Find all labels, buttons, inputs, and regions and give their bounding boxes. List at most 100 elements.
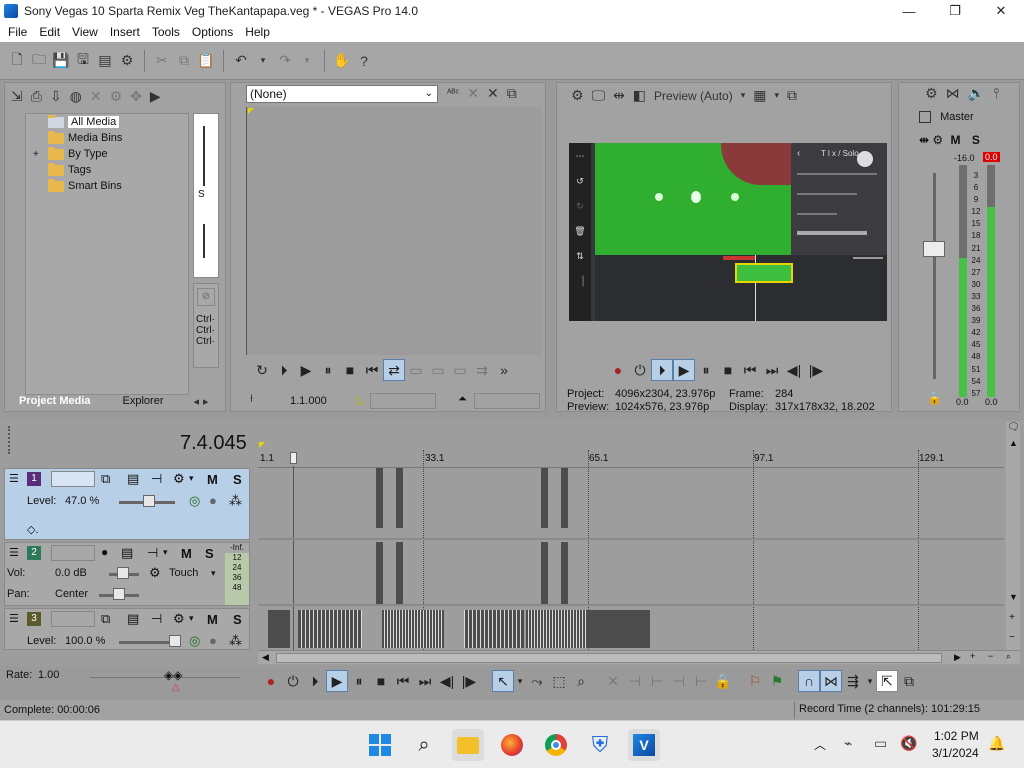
video-event[interactable]: [588, 610, 650, 648]
preview-mode-label[interactable]: Preview (Auto): [654, 89, 733, 103]
master-mute-button[interactable]: M: [951, 133, 961, 147]
prev-frame-icon[interactable]: ◀|: [436, 670, 458, 692]
master-fx-icon[interactable]: ⚙: [925, 85, 938, 102]
media-fx-icon[interactable]: ⚙: [110, 88, 123, 105]
hand-tool-icon[interactable]: ✋: [333, 52, 351, 70]
play-icon[interactable]: ▶: [295, 359, 317, 381]
trim-option-icon[interactable]: ▭: [427, 359, 449, 381]
ripple-edit-icon[interactable]: ⇶: [842, 670, 864, 692]
horizontal-scrollbar[interactable]: ◀ ▶ + − ⌕: [258, 650, 1020, 664]
menu-help[interactable]: Help: [245, 25, 270, 39]
master-solo-button[interactable]: S: [972, 133, 980, 147]
video-event[interactable]: [382, 610, 444, 648]
scroll-down-icon[interactable]: ▼: [1009, 592, 1018, 602]
track-motion-icon[interactable]: ⧉: [101, 471, 110, 487]
maximize-button[interactable]: ❐: [932, 0, 978, 22]
track-composite-icon[interactable]: ▤: [127, 471, 139, 487]
network-icon[interactable]: ⌁: [844, 735, 852, 752]
minimize-button[interactable]: —: [886, 0, 932, 22]
vegas-taskbar-icon[interactable]: V: [628, 729, 660, 761]
track-audio-icon[interactable]: ▤: [121, 545, 133, 561]
master-fx-gear-icon[interactable]: ⚙: [932, 133, 943, 147]
track-vol-knob[interactable]: [117, 567, 129, 579]
trim-option-icon[interactable]: ▭: [405, 359, 427, 381]
tab-project-media[interactable]: Project Media: [15, 395, 101, 408]
track-expand-icon[interactable]: ⊣: [147, 545, 158, 561]
marker-icon[interactable]: ⚐: [744, 670, 766, 692]
track-fx-icon[interactable]: ⚙: [173, 611, 185, 627]
lock-envelopes-icon[interactable]: ⇱: [876, 670, 898, 692]
envelope-gear-icon[interactable]: ⚙: [149, 565, 161, 581]
stop-icon[interactable]: ■: [339, 359, 361, 381]
expand-icon[interactable]: +: [33, 149, 39, 160]
tree-item-all-media[interactable]: All Media: [26, 114, 188, 130]
compositor-icon[interactable]: ⁂: [229, 493, 242, 509]
media-scroll-strip[interactable]: S: [193, 113, 219, 278]
save-icon[interactable]: 💾: [52, 52, 70, 70]
video-event[interactable]: [561, 468, 568, 528]
loop-icon[interactable]: ⏻: [282, 670, 304, 692]
menu-edit[interactable]: Edit: [39, 25, 60, 39]
trim-option-icon[interactable]: ▭: [449, 359, 471, 381]
record-icon[interactable]: ●: [260, 670, 282, 692]
stop-icon[interactable]: ■: [717, 359, 739, 381]
copy-snapshot-icon[interactable]: ⧉: [787, 87, 797, 104]
zoom-magnifier-icon[interactable]: ⌕: [1006, 651, 1011, 662]
video-event[interactable]: [298, 610, 362, 648]
video-event[interactable]: [376, 468, 383, 528]
track-header-audio-2[interactable]: ☰ 2 ● ▤ ⊣ ▾ M S -Inf. 12 24 36 48 Vol: 0…: [4, 542, 250, 606]
web-icon[interactable]: ◍: [70, 88, 82, 105]
clock-time[interactable]: 1:02 PM: [934, 729, 979, 743]
trim-length-icon[interactable]: ⏶: [458, 393, 467, 406]
tabs-right-arrow-icon[interactable]: ▸: [203, 395, 209, 408]
menu-view[interactable]: View: [72, 25, 98, 39]
track-header-video-1[interactable]: ☰ 1 ⧉ ▤ ⊣ ⚙ ▾ M S Level: 47.0 % ◎ ● ⁂ ◇.: [4, 468, 250, 540]
trimmer-time-field[interactable]: [370, 393, 436, 409]
time-ruler[interactable]: 1.1 33.1 65.1 97.1 129.1: [258, 442, 1004, 468]
track-solo-button[interactable]: S: [205, 546, 214, 561]
render-icon[interactable]: ▤: [96, 52, 114, 70]
redo-dropdown-icon[interactable]: ▾: [298, 52, 316, 70]
track-level-knob[interactable]: [142, 495, 155, 507]
track-solo-button[interactable]: S: [233, 472, 242, 487]
play-icon[interactable]: ▶: [326, 670, 348, 692]
preview-fx-icon[interactable]: ⚙: [571, 87, 584, 104]
paste-icon[interactable]: 📋: [197, 52, 215, 70]
ignore-grouping-icon[interactable]: ⧉: [898, 670, 920, 692]
chevron-down-icon[interactable]: ▾: [189, 613, 194, 624]
fx-icon[interactable]: ⊘: [197, 288, 215, 306]
open-folder-icon[interactable]: 🗀: [30, 51, 48, 70]
audio-event[interactable]: [541, 542, 548, 604]
composite-mode-icon[interactable]: ●: [209, 633, 217, 648]
split-screen-icon[interactable]: ⇹: [613, 87, 625, 104]
selection-tool-icon[interactable]: ⬚: [548, 670, 570, 692]
more-icon[interactable]: »: [493, 359, 515, 381]
play-from-start-icon[interactable]: ⏵: [651, 359, 673, 381]
notification-bell-icon[interactable]: 🔔: [988, 735, 1005, 752]
envelope-tool-icon[interactable]: ⤳: [526, 670, 548, 692]
redo-icon[interactable]: ↷: [276, 52, 294, 70]
track-collapse-icon[interactable]: ☰: [9, 472, 19, 485]
trim-start-icon[interactable]: ⊣: [624, 670, 646, 692]
save-as-icon[interactable]: 🖫: [74, 51, 92, 70]
trim-mode-icon[interactable]: ⇄: [383, 359, 405, 381]
trim-option-icon[interactable]: ⇉: [471, 359, 493, 381]
track-header-video-3[interactable]: ☰ 3 ⧉ ▤ ⊣ ⚙ ▾ M S Level: 100.0 % ◎ ● ⁂: [4, 608, 250, 650]
abc-icon[interactable]: ᴬᴮᶜ: [447, 88, 459, 99]
menu-tools[interactable]: Tools: [152, 25, 180, 39]
master-fader-track[interactable]: [933, 173, 936, 379]
start-button[interactable]: [364, 729, 396, 761]
video-event[interactable]: [464, 610, 524, 648]
track-mute-button[interactable]: M: [181, 546, 192, 561]
snapping-icon[interactable]: ∩: [798, 670, 820, 692]
prev-frame-icon[interactable]: ◀|: [783, 359, 805, 381]
preview-frame[interactable]: ⋯ ↺ ↻ 🗑 ⇅ ▕ ‹ T l x / Solo: [569, 143, 887, 321]
cut-icon[interactable]: ✂: [153, 52, 171, 70]
track-lane-2[interactable]: [258, 542, 1004, 606]
trim-marker-icon[interactable]: ◺: [356, 393, 364, 406]
zoom-tool-icon[interactable]: ⌕: [570, 670, 592, 692]
lock-icon[interactable]: 🔒: [927, 391, 942, 405]
tree-item-tags[interactable]: Tags: [26, 162, 188, 178]
delete-icon[interactable]: ✕: [602, 670, 624, 692]
go-to-start-icon[interactable]: ⏮: [739, 359, 761, 381]
